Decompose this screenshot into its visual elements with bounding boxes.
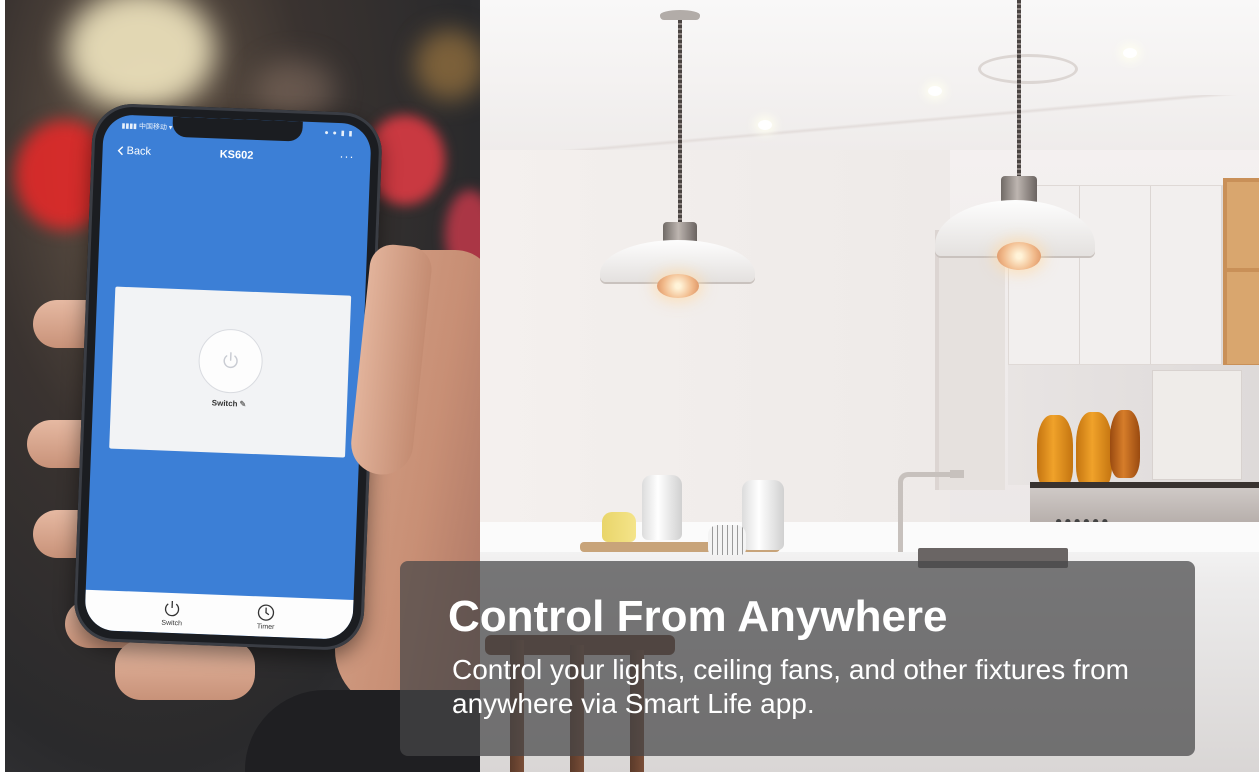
bokeh-light xyxy=(65,0,215,110)
striped-cup xyxy=(708,525,746,555)
finger xyxy=(115,640,255,700)
recessed-light xyxy=(758,120,772,130)
caption-title: Control From Anywhere xyxy=(448,592,948,641)
wood-shelf xyxy=(1223,178,1259,368)
power-toggle-button[interactable] xyxy=(197,327,264,395)
system-status: ● ● ▮ ▮ xyxy=(324,129,354,138)
white-bottle xyxy=(742,480,784,550)
clock-icon xyxy=(257,604,275,621)
shelf-divider xyxy=(1227,268,1259,272)
product-banner: ▮▮▮▮ 中国移动 ▾ ● ● ▮ ▮ Back KS602 ··· Switc… xyxy=(0,0,1259,772)
more-options-button[interactable]: ··· xyxy=(339,149,355,164)
pendant-chain xyxy=(1017,0,1021,178)
ceiling-edge xyxy=(480,95,1259,155)
tab-switch[interactable]: Switch xyxy=(161,599,183,628)
switch-label-row: Switch ✎ xyxy=(111,395,347,413)
orange-jar xyxy=(1110,410,1140,478)
yellow-cup xyxy=(602,512,636,542)
yellow-jar xyxy=(1076,412,1112,490)
white-bottle xyxy=(642,475,682,540)
power-icon xyxy=(223,352,238,369)
tab-timer-label: Timer xyxy=(256,623,275,631)
pendant-canopy xyxy=(660,10,700,20)
tab-bar: Switch Timer xyxy=(84,589,354,640)
app-header: Back KS602 ··· xyxy=(102,140,371,174)
back-wall xyxy=(480,150,950,540)
cabinet-door xyxy=(1080,186,1151,364)
recessed-light xyxy=(1123,48,1137,58)
caged-bulb xyxy=(657,274,699,298)
cabinet-panel xyxy=(1152,370,1242,480)
yellow-jar xyxy=(1037,415,1073,490)
app-screen: ▮▮▮▮ 中国移动 ▾ ● ● ▮ ▮ Back KS602 ··· Switc… xyxy=(84,114,372,640)
device-title: KS602 xyxy=(219,148,254,162)
power-icon xyxy=(165,601,180,617)
switch-card: Switch ✎ xyxy=(109,286,352,458)
switch-name: Switch xyxy=(211,398,238,409)
caption-body: Control your lights, ceiling fans, and o… xyxy=(452,654,1129,719)
caged-bulb xyxy=(997,242,1041,270)
smartphone: ▮▮▮▮ 中国移动 ▾ ● ● ▮ ▮ Back KS602 ··· Switc… xyxy=(72,102,384,652)
cabinet-door xyxy=(1151,186,1222,364)
edit-pencil-icon[interactable]: ✎ xyxy=(239,399,246,408)
doorway xyxy=(935,230,1005,490)
faucet xyxy=(898,472,958,552)
faucet-spout xyxy=(950,470,964,478)
tab-timer[interactable]: Timer xyxy=(255,602,276,631)
ceiling-vent xyxy=(978,54,1078,84)
bokeh-light xyxy=(415,30,480,100)
carrier-status: ▮▮▮▮ 中国移动 ▾ xyxy=(121,122,173,132)
recessed-light xyxy=(928,86,942,96)
pendant-chain xyxy=(678,20,682,225)
tab-switch-label: Switch xyxy=(161,619,183,628)
